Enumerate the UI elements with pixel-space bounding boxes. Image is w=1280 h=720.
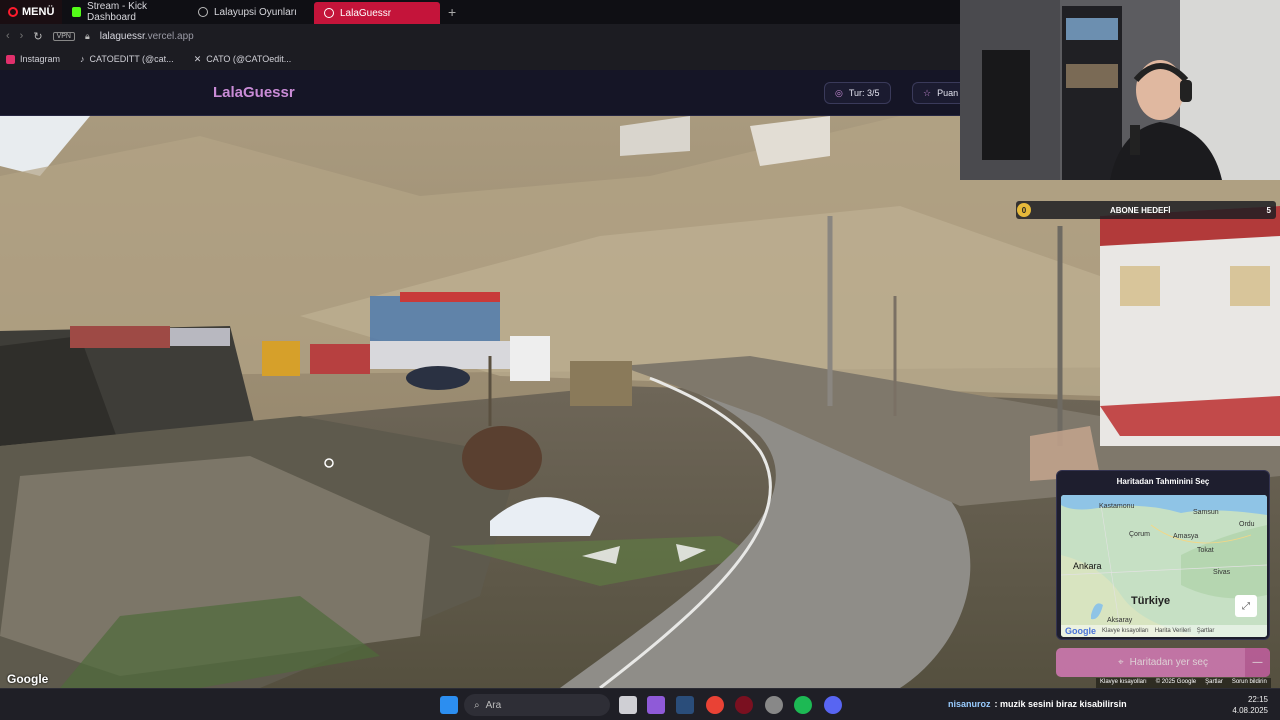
kick-icon <box>72 7 82 17</box>
map-label-amasya: Amasya <box>1173 533 1199 540</box>
bookmark-label: CATOEDITT (@cat... <box>89 54 174 64</box>
chat-message: : muzik sesini biraz kisabilirsin <box>994 699 1127 709</box>
score-label: Puan <box>937 88 959 98</box>
tab-label: LalaGuessr <box>340 7 392 19</box>
map-footer: Google Klavye kısayolları Harita Veriler… <box>1061 625 1267 637</box>
steam-icon[interactable] <box>676 696 694 714</box>
opera-logo-icon <box>8 7 18 17</box>
map-label-ordu: Ordu <box>1239 521 1255 528</box>
sv-footer-report[interactable]: Sorun bildirin <box>1232 679 1267 687</box>
tab-lalaguessr[interactable]: LalaGuessr <box>314 2 440 24</box>
bookmark-label: CATO (@CATOedit... <box>206 54 292 64</box>
url-rest: .vercel.app <box>144 30 194 42</box>
vpn-badge[interactable]: VPN <box>52 31 75 41</box>
tab-kick-dashboard[interactable]: Stream - Kick Dashboard <box>62 0 188 24</box>
webcam-overlay <box>960 0 1280 180</box>
collapse-map-button[interactable]: — <box>1245 648 1270 677</box>
map-label-kastamonu: Kastamonu <box>1099 503 1135 510</box>
target-icon: ◎ <box>835 87 843 98</box>
bookmark-instagram[interactable]: Instagram <box>6 54 60 64</box>
chrome-icon[interactable] <box>706 696 724 714</box>
forward-icon[interactable]: › <box>20 30 24 42</box>
map-card-title: Haritadan Tahminini Seç <box>1116 476 1210 486</box>
map-label-corum: Çorum <box>1129 531 1151 538</box>
map-footer-terms[interactable]: Şartlar <box>1197 628 1215 634</box>
bookmark-label: Instagram <box>20 54 61 64</box>
round-indicator: ◎ Tur: 3/5 <box>824 82 891 104</box>
star-icon: ☆ <box>923 87 932 98</box>
menu-label: MENÜ <box>22 6 55 18</box>
windows-taskbar: ⌕ Ara nisanuroz : muzik sesini biraz kis… <box>0 688 1280 720</box>
system-clock[interactable]: 22:15 4.08.2025 <box>1232 694 1268 716</box>
lock-icon[interactable]: 🔒︎ <box>85 31 90 42</box>
search-icon: ⌕ <box>474 699 480 711</box>
tiktok-icon: ♪ <box>80 54 85 64</box>
address-bar: ‹ › ↻ VPN 🔒︎ lalaguessr.vercel.app <box>0 24 960 48</box>
bookmarks-bar: Instagram ♪ CATOEDITT (@cat... ✕ CATO (@… <box>0 48 960 70</box>
windows-start-icon[interactable] <box>440 696 458 714</box>
screen: MENÜ Stream - Kick Dashboard Lalayupsi O… <box>0 0 1280 720</box>
app-brand[interactable]: LalaGuessr <box>213 84 295 101</box>
sv-footer-terms[interactable]: Şartlar <box>1205 679 1223 687</box>
reload-icon[interactable]: ↻ <box>33 30 42 43</box>
app-header: LalaGuessr ◎ Tur: 3/5 ☆ Puan <box>0 70 972 116</box>
opera-icon[interactable] <box>735 696 753 714</box>
round-label: Tur: 3/5 <box>848 88 880 98</box>
goal-target: 5 <box>1266 205 1271 215</box>
x-icon: ✕ <box>193 53 202 64</box>
map-label-samsun: Samsun <box>1193 509 1219 516</box>
map-label-ankara: Ankara <box>1073 561 1102 571</box>
browser-tab-bar: MENÜ Stream - Kick Dashboard Lalayupsi O… <box>0 0 960 24</box>
map-label-sivas: Sivas <box>1213 569 1231 576</box>
bookmark-tiktok[interactable]: ♪ CATOEDITT (@cat... <box>80 54 174 64</box>
sv-footer-copyright: © 2025 Google <box>1155 679 1197 685</box>
map-label-tokat: Tokat <box>1197 547 1214 554</box>
back-icon[interactable]: ‹ <box>6 30 10 42</box>
chat-overlay: nisanuroz : muzik sesini biraz kisabilir… <box>948 699 1127 709</box>
taskbar-search[interactable]: ⌕ Ara <box>464 694 610 716</box>
goal-current: 0 <box>1017 203 1031 217</box>
expand-icon: ⤢ <box>1242 600 1250 612</box>
copilot-icon[interactable] <box>647 696 665 714</box>
tab-label: Stream - Kick Dashboard <box>87 1 148 23</box>
instagram-icon <box>6 54 15 64</box>
map-expand-button[interactable]: ⤢ <box>1235 595 1257 617</box>
globe-icon <box>324 8 334 18</box>
guess-map[interactable]: Kastamonu Samsun Ordu Çorum Amasya Tokat… <box>1061 495 1267 637</box>
task-view-icon[interactable] <box>619 696 637 714</box>
goal-title: ABONE HEDEFİ <box>1110 205 1171 215</box>
guess-button-label: Haritadan yer seç <box>1129 657 1208 668</box>
map-label-turkiye: Türkiye <box>1131 595 1171 607</box>
guess-map-card: Haritadan Tahminini Seç Kastamonu Samsun… <box>1056 470 1270 640</box>
globe-icon <box>198 7 208 17</box>
bookmark-x[interactable]: ✕ CATO (@CATOedit... <box>194 54 292 65</box>
map-footer-shortcuts[interactable]: Klavye kısayolları <box>1102 628 1149 634</box>
webcam-image <box>960 0 1280 180</box>
url-field[interactable]: lalaguessr.vercel.app <box>100 31 194 42</box>
streetview-footer: Klavye kısayolları © 2025 Google Şartlar… <box>1096 678 1271 688</box>
tab-label: Lalayupsi Oyunları <box>214 6 297 18</box>
url-host: lalaguessr <box>99 30 145 42</box>
subscriber-goal-bar: 0 ABONE HEDEFİ 5 <box>1016 201 1276 219</box>
map-footer-data[interactable]: Harita Verileri <box>1155 628 1191 634</box>
clock-time: 22:15 <box>1247 695 1268 704</box>
search-placeholder: Ara <box>485 699 502 711</box>
clock-date: 4.08.2025 <box>1232 706 1268 715</box>
obs-icon[interactable] <box>765 696 783 714</box>
google-logo: Google <box>7 672 49 686</box>
map-label-aksaray: Aksaray <box>1107 617 1133 624</box>
sv-footer-shortcuts[interactable]: Klavye kısayolları <box>1100 679 1147 687</box>
pin-icon: ⌖ <box>1117 657 1124 668</box>
discord-icon[interactable] <box>824 696 842 714</box>
new-tab-button[interactable]: + <box>440 4 456 20</box>
tab-lalayupsi-games[interactable]: Lalayupsi Oyunları <box>188 0 314 24</box>
guess-button[interactable]: ⌖ Haritadan yer seç — <box>1056 648 1270 677</box>
chat-user: nisanuroz <box>948 699 991 709</box>
map-google-logo: Google <box>1065 626 1096 636</box>
browser-menu-button[interactable]: MENÜ <box>0 0 62 24</box>
spotify-icon[interactable] <box>794 696 812 714</box>
